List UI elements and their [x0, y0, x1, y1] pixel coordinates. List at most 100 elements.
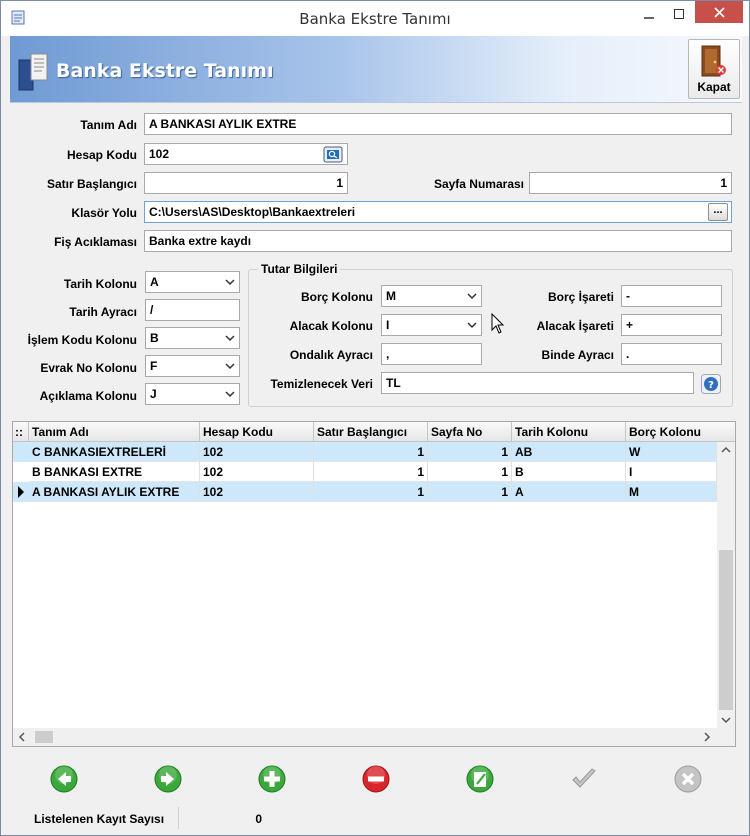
delete-button[interactable] — [360, 763, 392, 795]
hesap-kodu-label: Hesap Kodu — [66, 148, 137, 162]
islem-kodu-kolonu-value: B — [150, 331, 159, 345]
aciklama-kolonu-select[interactable]: J — [145, 383, 240, 405]
evrak-no-kolonu-value: F — [150, 359, 158, 373]
borc-isareti-field[interactable]: - — [621, 285, 722, 307]
chevron-down-icon — [467, 322, 477, 329]
minimize-button[interactable] — [635, 1, 663, 27]
kapat-button[interactable]: Kapat — [688, 39, 740, 99]
tanim-adi-field[interactable]: A BANKASI AYLIK EXTRE — [144, 113, 732, 135]
browse-folder-button[interactable]: ... — [708, 203, 728, 221]
alacak-kolonu-label: Alacak Kolonu — [289, 319, 373, 333]
alacak-isareti-field[interactable]: + — [621, 314, 722, 336]
tarih-ayraci-field[interactable]: / — [145, 299, 240, 321]
ondalik-ayraci-field[interactable]: , — [381, 343, 482, 365]
alacak-kolonu-value: I — [386, 318, 390, 332]
mouse-cursor-icon — [491, 313, 505, 334]
column-header[interactable]: Tarih Kolonu — [512, 422, 626, 442]
tarih-ayraci-label: Tarih Ayracı — [69, 305, 137, 319]
vertical-scrollbar[interactable] — [717, 442, 735, 728]
alacak-kolonu-select[interactable]: I — [381, 314, 482, 336]
temizlenecek-veri-label: Temizlenecek Veri — [270, 377, 373, 391]
hesap-kodu-value: 102 — [149, 147, 170, 161]
satir-baslangici-label: Satır Başlangıcı — [46, 177, 137, 191]
maximize-button[interactable] — [665, 1, 693, 27]
tanim-adi-label: Tanım Adı — [80, 118, 137, 132]
scroll-left-icon[interactable] — [18, 732, 26, 742]
klasor-yolu-field[interactable]: C:\Users\AS\Desktop\Bankaextreleri — [144, 201, 732, 223]
binde-ayraci-field[interactable]: . — [621, 343, 722, 365]
borc-kolonu-select[interactable]: M — [381, 285, 482, 307]
next-button[interactable] — [152, 763, 184, 795]
borc-kolonu-label: Borç Kolonu — [301, 290, 373, 304]
records-grid[interactable]: :: Tanım Adı Hesap Kodu Satır Başlangıcı… — [12, 421, 736, 747]
kapat-label: Kapat — [697, 80, 731, 94]
table-cell: 102 — [200, 442, 314, 462]
title-bar: Banka Ekstre Tanımı — [1, 1, 749, 36]
bank-statement-icon — [18, 53, 48, 91]
tarih-kolonu-select[interactable]: A — [145, 271, 240, 293]
chevron-down-icon — [225, 279, 235, 286]
table-cell: 1 — [314, 442, 428, 462]
column-header[interactable]: Tanım Adı — [29, 422, 200, 442]
hesap-kodu-field[interactable]: 102 — [144, 143, 348, 165]
table-cell: 102 — [200, 462, 314, 482]
scroll-right-icon[interactable] — [703, 732, 711, 742]
sayfa-numarasi-field[interactable]: 1 — [529, 172, 732, 194]
help-icon[interactable]: ? — [701, 374, 721, 394]
table-cell: I — [626, 462, 717, 482]
lookup-icon[interactable] — [323, 146, 343, 163]
confirm-button[interactable] — [568, 763, 600, 795]
table-row[interactable]: A BANKASI AYLIK EXTRE 102 1 1 A M — [13, 482, 717, 502]
horizontal-scroll-thumb[interactable] — [35, 731, 53, 743]
fis-aciklamasi-field[interactable]: Banka extre kaydı — [144, 230, 732, 252]
klasor-yolu-label: Klasör Yolu — [71, 206, 137, 220]
cancel-button[interactable] — [672, 763, 704, 795]
table-cell: 1 — [428, 462, 512, 482]
table-cell: 1 — [314, 482, 428, 502]
table-cell: B — [512, 462, 626, 482]
satir-baslangici-field[interactable]: 1 — [144, 172, 348, 194]
chevron-down-icon — [225, 363, 235, 370]
scroll-down-icon[interactable] — [721, 716, 731, 724]
horizontal-scrollbar[interactable] — [13, 728, 717, 746]
evrak-no-kolonu-select[interactable]: F — [145, 355, 240, 377]
header-banner: Banka Ekstre Tanımı Kapat — [10, 36, 742, 103]
svg-text:?: ? — [708, 380, 714, 391]
sayfa-numarasi-label: Sayfa Numarası — [433, 177, 524, 191]
table-cell: M — [626, 482, 717, 502]
islem-kodu-kolonu-select[interactable]: B — [145, 327, 240, 349]
table-cell: C BANKASIEXTRELERİ — [29, 442, 200, 462]
previous-button[interactable] — [48, 763, 80, 795]
tarih-kolonu-label: Tarih Kolonu — [63, 277, 137, 291]
record-count-label: Listelenen Kayıt Sayısı — [34, 812, 165, 826]
edit-button[interactable] — [464, 763, 496, 795]
temizlenecek-veri-field[interactable]: TL — [381, 372, 694, 394]
table-row[interactable]: B BANKASI EXTRE 102 1 1 B I — [13, 462, 717, 482]
app-window: Banka Ekstre Tanımı Banka Ekstre Tanımı — [0, 0, 750, 836]
table-cell: 1 — [428, 442, 512, 462]
table-cell: A — [512, 482, 626, 502]
scroll-corner — [717, 728, 735, 746]
column-header[interactable]: Hesap Kodu — [200, 422, 314, 442]
table-cell: 1 — [428, 482, 512, 502]
binde-ayraci-label: Binde Ayracı — [541, 348, 614, 362]
column-header[interactable]: Borç Kolonu — [626, 422, 717, 442]
klasor-yolu-value: C:\Users\AS\Desktop\Bankaextreleri — [149, 205, 356, 219]
fis-aciklamasi-label: Fiş Acıklaması — [54, 235, 137, 249]
add-button[interactable] — [256, 763, 288, 795]
exit-door-icon — [701, 45, 726, 77]
table-row[interactable]: C BANKASIEXTRELERİ 102 1 1 AB W — [13, 442, 717, 462]
close-window-button[interactable] — [695, 1, 743, 23]
minus-icon — [368, 776, 384, 782]
close-icon — [713, 6, 725, 18]
record-count-value: 0 — [178, 807, 266, 829]
status-bar: Listelenen Kayıt Sayısı 0 — [10, 807, 742, 831]
grid-corner[interactable]: :: — [13, 422, 29, 442]
table-cell: 1 — [314, 462, 428, 482]
vertical-scroll-thumb[interactable] — [719, 550, 733, 710]
islem-kodu-kolonu-label: İşlem Kodu Kolonu — [27, 333, 137, 347]
column-header[interactable]: Sayfa No — [428, 422, 512, 442]
column-header[interactable]: Satır Başlangıcı — [314, 422, 428, 442]
chevron-down-icon — [225, 335, 235, 342]
scroll-up-icon[interactable] — [721, 446, 731, 454]
